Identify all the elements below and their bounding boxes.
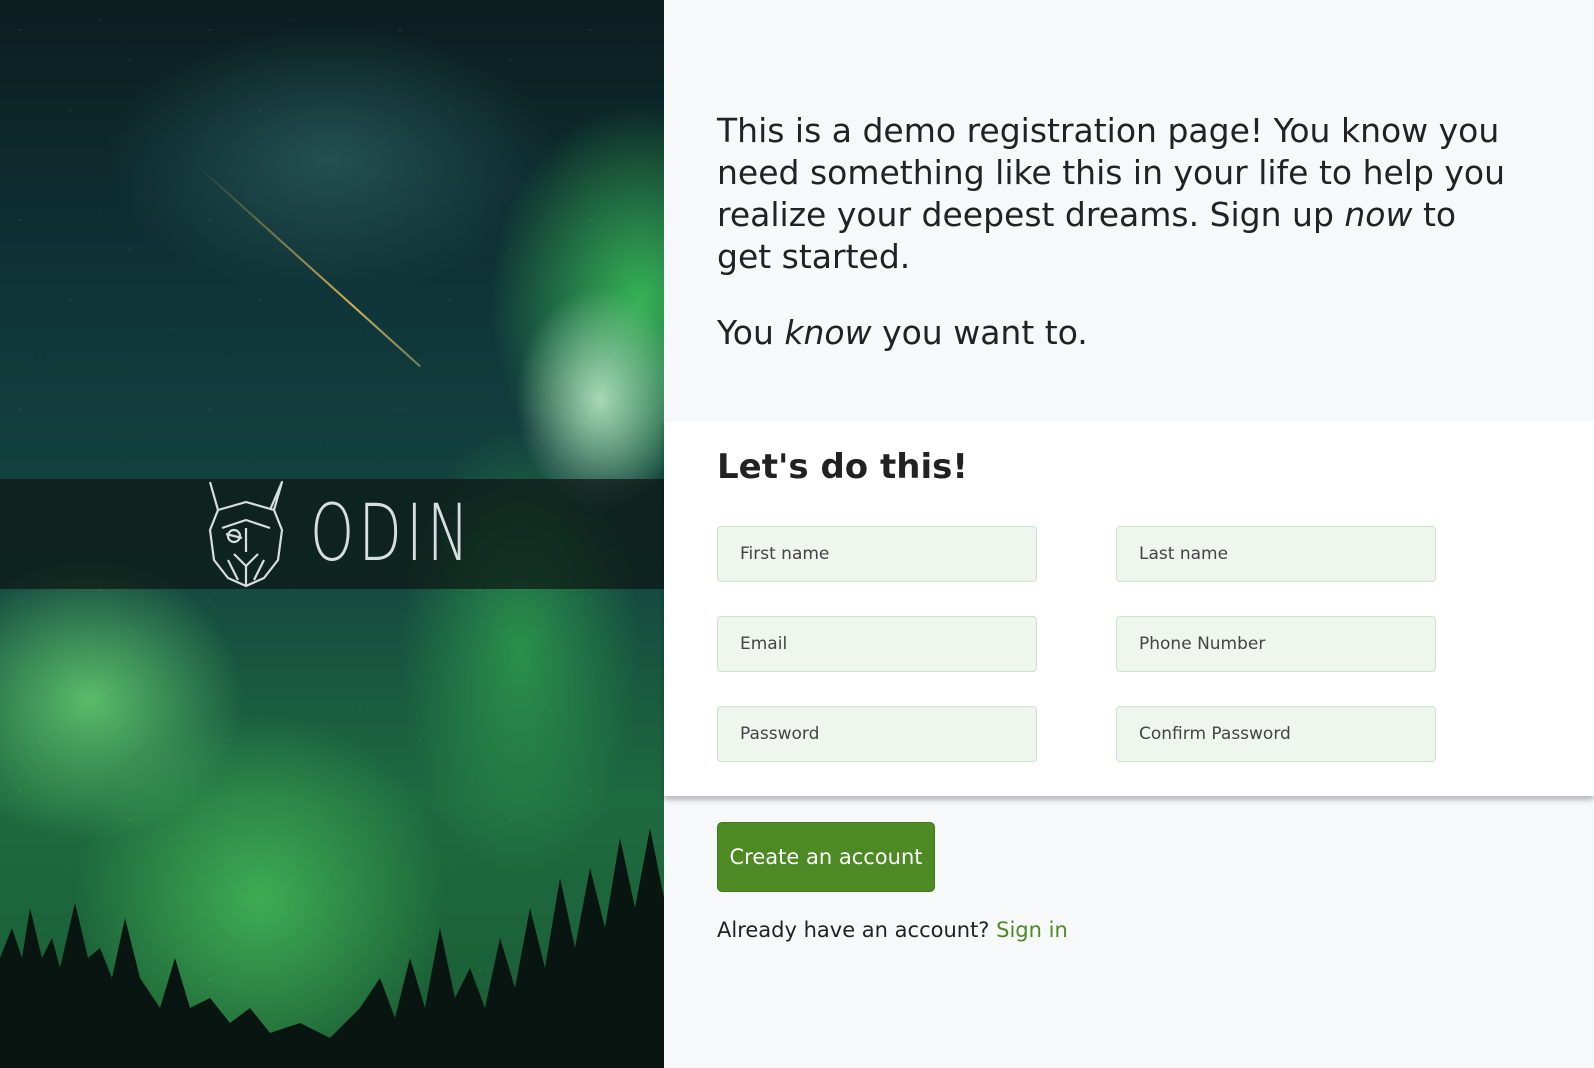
main-content: This is a demo registration page! You kn… — [664, 0, 1594, 1068]
confirm-password-input[interactable] — [1116, 706, 1436, 762]
sign-in-link[interactable]: Sign in — [996, 918, 1068, 942]
logo-band: ODIN — [0, 479, 664, 589]
intro-emphasis: now — [1344, 195, 1413, 234]
password-input[interactable] — [717, 706, 1037, 762]
last-name-input[interactable] — [1116, 526, 1436, 582]
signin-prompt: Already have an account? Sign in — [717, 918, 1068, 942]
logo-wordmark: ODIN — [310, 489, 474, 579]
registration-page: ODIN This is a demo registration page! Y… — [0, 0, 1594, 1068]
phone-number-input[interactable] — [1116, 616, 1436, 672]
create-account-button[interactable]: Create an account — [717, 822, 935, 892]
signin-prompt-text: Already have an account? — [717, 918, 997, 942]
tagline-text-part: you want to. — [871, 313, 1088, 352]
intro-text: This is a demo registration page! You kn… — [717, 110, 1517, 354]
intro-tagline: You know you want to. — [717, 312, 1517, 354]
form-title: Let's do this! — [717, 447, 968, 487]
first-name-input[interactable] — [717, 526, 1037, 582]
tagline-emphasis: know — [784, 313, 872, 352]
intro-paragraph: This is a demo registration page! You kn… — [717, 110, 1517, 278]
registration-form: Let's do this! — [664, 421, 1594, 796]
email-input[interactable] — [717, 616, 1037, 672]
tagline-text-part: You — [717, 313, 785, 352]
viking-helmet-icon — [208, 480, 284, 588]
forest-silhouette — [0, 828, 664, 1068]
hero-aurora-image: ODIN — [0, 0, 664, 1068]
